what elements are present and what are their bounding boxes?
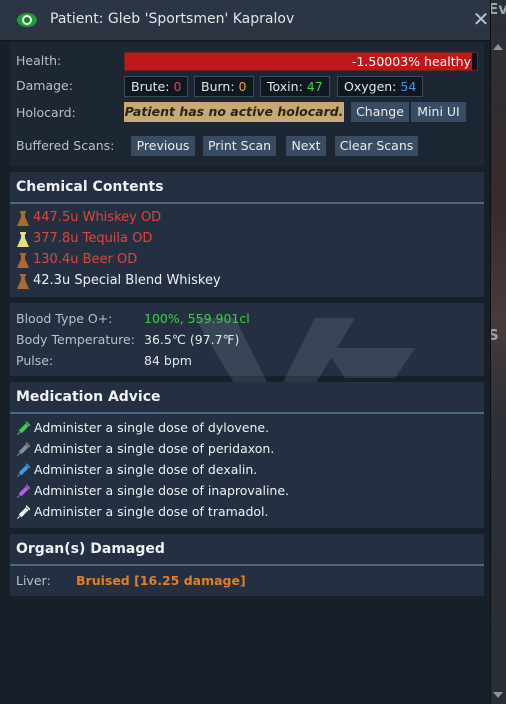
vitals-panel: Blood Type O+: 100%, 559.901cl Body Temp…	[10, 303, 484, 418]
advice-text: Administer a single dose of peridaxon.	[34, 441, 275, 456]
holocard-label: Holocard:	[16, 105, 76, 120]
eye-icon	[17, 13, 37, 27]
liver-label: Liver:	[16, 573, 51, 588]
toxin-value: 47	[306, 79, 323, 94]
change-holocard-button[interactable]: Change	[351, 102, 409, 122]
oxygen-chip: Oxygen: 54	[337, 76, 424, 97]
holocard-status: Patient has no active holocard.	[124, 102, 344, 122]
syringe-icon	[16, 442, 30, 457]
body-temperature-label: Body Temperature:	[16, 332, 135, 347]
close-icon[interactable]: ✕	[470, 8, 492, 30]
chemical-contents-title: Chemical Contents	[16, 179, 164, 195]
mini-ui-button[interactable]: Mini UI	[411, 102, 466, 122]
beaker-icon	[17, 211, 29, 226]
medication-advice-title: Medication Advice	[16, 389, 161, 405]
burn-value: 0	[238, 79, 247, 94]
previous-scan-button[interactable]: Previous	[131, 136, 195, 156]
health-bar: -1.50003% healthy	[124, 52, 478, 71]
beaker-icon	[17, 232, 29, 247]
advice-text: Administer a single dose of tramadol.	[34, 504, 269, 519]
damage-label: Damage:	[16, 78, 73, 93]
toxin-chip: Toxin: 47	[260, 76, 330, 97]
liver-damage-value: Bruised [16.25 damage]	[76, 573, 246, 588]
oxygen-label: Oxygen:	[344, 79, 397, 94]
syringe-icon	[16, 505, 30, 520]
chemical-text: 130.4u Beer OD	[33, 252, 138, 267]
window-titlebar[interactable]: Patient: Gleb 'Sportsmen' Kapralov ✕	[0, 0, 490, 41]
syringe-icon	[16, 421, 30, 436]
scrollbar[interactable]	[490, 40, 506, 704]
chemical-contents-header: Chemical Contents	[10, 172, 484, 204]
chemical-contents-panel: Chemical Contents 447.5u Whiskey OD 377.8…	[10, 172, 484, 297]
pulse-label: Pulse:	[16, 353, 54, 368]
brute-label: Brute:	[131, 79, 170, 94]
blood-value: 100%, 559.901cl	[144, 311, 250, 326]
advice-text: Administer a single dose of dexalin.	[34, 462, 258, 477]
chemical-text: 447.5u Whiskey OD	[33, 210, 162, 225]
syringe-icon	[16, 463, 30, 478]
advice-text: Administer a single dose of inaprovaline…	[34, 483, 290, 498]
health-scanner-window: Patient: Gleb 'Sportsmen' Kapralov ✕ Hea…	[0, 0, 491, 704]
toxin-label: Toxin:	[267, 79, 303, 94]
scroll-up-arrow[interactable]	[493, 44, 503, 50]
medication-advice-panel: Medication Advice Administer a single do…	[10, 382, 484, 528]
organs-damaged-panel: Organ(s) Damaged Liver: Bruised [16.25 d…	[10, 534, 484, 596]
pulse-value: 84 bpm	[144, 353, 192, 368]
organs-damaged-title: Organ(s) Damaged	[16, 541, 165, 557]
medication-advice-header: Medication Advice	[10, 382, 484, 414]
blood-type-label: Blood Type O+:	[16, 311, 113, 326]
chemical-text: 377.8u Tequila OD	[33, 231, 153, 246]
chemical-text: 42.3u Special Blend Whiskey	[33, 273, 221, 288]
scroll-down-arrow[interactable]	[493, 692, 503, 698]
syringe-icon	[16, 484, 30, 499]
advice-text: Administer a single dose of dylovene.	[34, 420, 270, 435]
oxygen-value: 54	[400, 79, 417, 94]
beaker-icon	[17, 253, 29, 268]
organs-damaged-header: Organ(s) Damaged	[10, 534, 484, 566]
burn-label: Burn:	[201, 79, 235, 94]
next-scan-button[interactable]: Next	[286, 136, 326, 156]
brute-value: 0	[173, 79, 182, 94]
health-label: Health:	[16, 53, 62, 68]
window-title: Patient: Gleb 'Sportsmen' Kapralov	[50, 11, 295, 27]
health-value: -1.50003% healthy	[351, 54, 471, 69]
brute-chip: Brute: 0	[124, 76, 189, 97]
buffered-scans-label: Buffered Scans:	[16, 138, 115, 153]
beaker-icon	[17, 274, 29, 289]
print-scan-button[interactable]: Print Scan	[203, 136, 276, 156]
clear-scans-button[interactable]: Clear Scans	[335, 136, 418, 156]
body-temperature-value: 36.5℃ (97.7℉)	[144, 332, 240, 347]
burn-chip: Burn: 0	[194, 76, 254, 97]
